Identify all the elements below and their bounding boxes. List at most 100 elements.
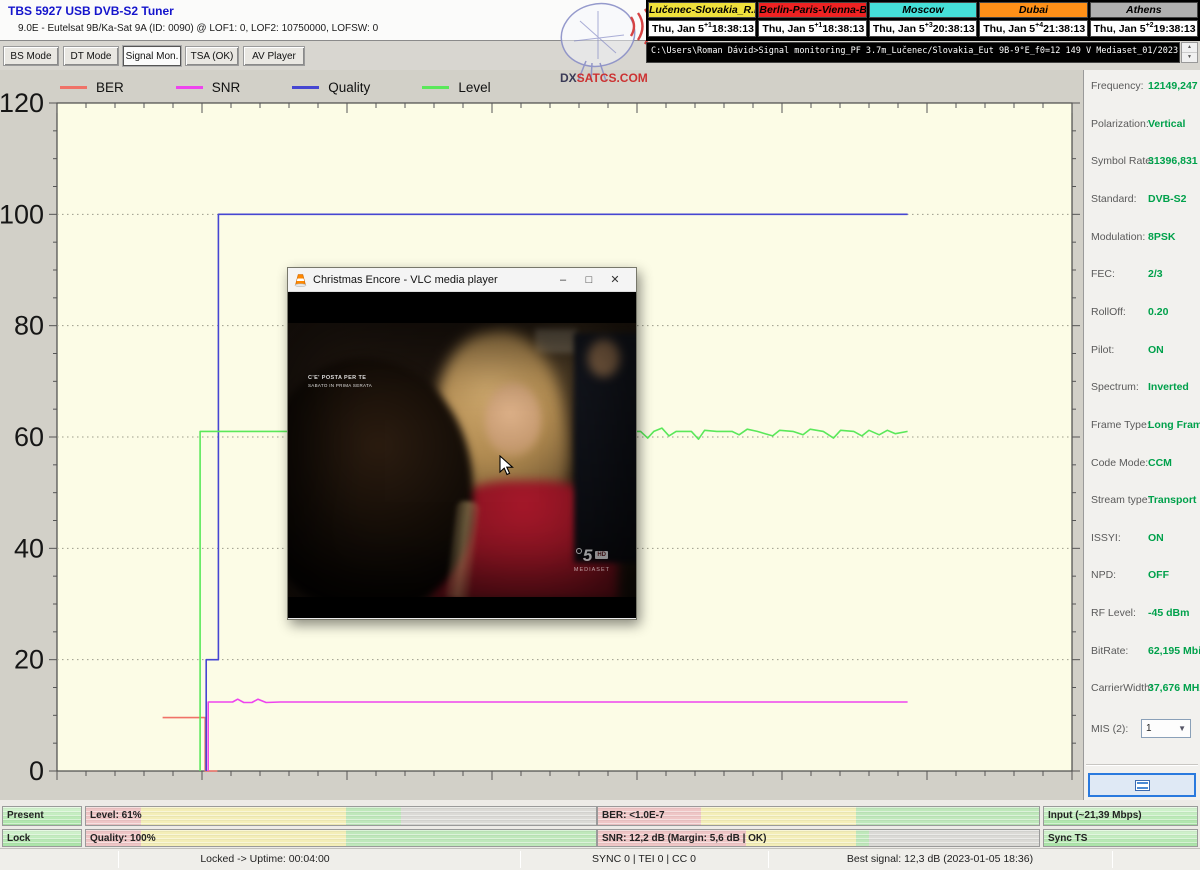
param-issyi: ISSYI:ON [1091,532,1197,545]
stream-panel-button[interactable] [1088,773,1196,797]
clock-time: Thu, Jan 5+118:38:13 [648,20,756,37]
lock-indicator: Lock [2,829,82,847]
vlc-cone-icon [294,273,307,287]
param-value: Inverted [1148,381,1189,394]
param-value: 0.20 [1148,306,1168,319]
clock-city-label: Moscow [869,2,977,18]
y-axis-label-0: 0 [29,756,44,786]
param-value: 2/3 [1148,268,1163,281]
console-bar: C:\Users\Roman Dávid>Signal monitoring_P… [646,42,1180,63]
legend-swatch-icon [422,86,449,89]
clock-time-value: 21:38:13 [1043,23,1085,35]
quality-label: Quality: 100% [90,833,156,844]
param-value: 12149,247 MHz [1148,80,1200,93]
param-value: CCM [1148,457,1172,470]
syncts-indicator: Sync TS [1043,829,1198,847]
vlc-maximize-button[interactable]: □ [576,274,602,286]
chevron-down-icon: ▼ [1178,724,1186,733]
tab-signal-mon-[interactable]: Signal Mon. [123,46,181,66]
clock-date: Thu, Jan 5 [983,23,1035,35]
clock-time: Thu, Jan 5+219:38:13 [1090,20,1198,37]
console-text: C:\Users\Roman Dávid>Signal monitoring_P… [647,43,1179,56]
letterbox-top [288,292,636,323]
param-label: Stream type: [1091,494,1148,507]
clock-city-label: Berlin-Paris-Vienna-Belgrade [758,2,866,18]
console-scrollbar[interactable]: ▲ ▼ [1181,42,1198,63]
param-carrierwidth: CarrierWidth:37,676 MHz [1091,682,1197,695]
quality-progressbar: Quality: 100% [85,829,597,847]
level-progressbar: Level: 61% [85,806,597,826]
param-standard: Standard:DVB-S2 [1091,193,1197,206]
param-polarization: Polarization:Vertical [1091,118,1197,131]
signal-monitor-app: { "header": { "title": "TBS 5927 USB DVB… [0,0,1200,870]
param-label: Symbol Rate: [1091,155,1148,168]
clock-city-label: Athens [1090,2,1198,18]
clock-1: Lučenec-Slovakia_R.Dávid Thu, Jan 5+118:3… [648,2,756,39]
video-frame: C'E' POSTA PER TE SABATO IN PRIMA SERATA… [288,323,636,599]
clock-time: Thu, Jan 5+320:38:13 [869,20,977,37]
ber-label: BER: <1.0E-7 [602,810,665,821]
scroll-down-icon[interactable]: ▼ [1182,53,1197,62]
param-value: OFF [1148,569,1169,582]
param-label: FEC: [1091,268,1148,281]
param-symbol-rate: Symbol Rate:31396,831 KS/s [1091,155,1197,168]
clock-date: Thu, Jan 5 [652,23,704,35]
hd-badge: HD [595,551,608,559]
vlc-video-area[interactable]: C'E' POSTA PER TE SABATO IN PRIMA SERATA… [288,292,636,618]
canale5-logo: 5 HD MEDIASET [574,547,610,573]
uptime-status: Locked -> Uptime: 00:04:00 [120,853,410,865]
param-value: 62,195 Mbit/s [1148,645,1200,658]
vlc-close-button[interactable]: ✕ [602,273,628,286]
sync-counters-status: SYNC 0 | TEI 0 | CC 0 [522,853,766,865]
y-axis-label-40: 40 [14,533,44,563]
present-indicator: Present [2,806,82,826]
promo-line2: SABATO IN PRIMA SERATA [308,383,372,388]
y-axis-label-60: 60 [14,422,44,452]
statusbar-separator [768,851,769,868]
statusbar-separator [520,851,521,868]
param-value: 31396,831 KS/s [1148,155,1200,168]
clock-time-value: 18:38:13 [822,23,864,35]
mis-value: 1 [1146,723,1152,734]
legend-swatch-icon [176,86,203,89]
tab-bs-mode[interactable]: BS Mode [3,46,59,66]
legend-item-level: Level [422,80,490,95]
param-value: ON [1148,532,1164,545]
clock-time: Thu, Jan 5+421:38:13 [979,20,1087,37]
legend-item-ber: BER [60,80,124,95]
world-clocks: Lučenec-Slovakia_R.DávidThu, Jan 5+118:3… [646,0,1200,41]
ber-progressbar: BER: <1.0E-7 [597,806,1040,826]
tab-dt-mode[interactable]: DT Mode [63,46,119,66]
param-modulation: Modulation:8PSK [1091,231,1197,244]
clock-3: Moscow Thu, Jan 5+320:38:13 [869,2,977,39]
param-value: Transport [1148,494,1196,507]
clock-4: DubaiThu, Jan 5+421:38:13 [979,2,1087,39]
tab-tsa-ok-[interactable]: TSA (OK) [185,46,239,66]
clock-city-label: Lučenec-Slovakia_R.Dávid [648,2,756,18]
param-code-mode: Code Mode:CCM [1091,457,1197,470]
vlc-titlebar[interactable]: Christmas Encore - VLC media player – □ … [288,268,636,292]
syncts-label: Sync TS [1048,833,1087,844]
clock-5: Athens Thu, Jan 5+219:38:13 [1090,2,1198,39]
letterbox-bottom [288,597,636,618]
statusbar-separator [118,851,119,868]
vlc-minimize-button[interactable]: – [550,274,576,286]
y-axis-label-20: 20 [14,645,44,675]
mis-dropdown[interactable]: 1 ▼ [1141,719,1191,738]
param-value: DVB-S2 [1148,193,1187,206]
legend-swatch-icon [60,86,87,89]
vlc-window[interactable]: Christmas Encore - VLC media player – □ … [287,267,637,620]
app-title: TBS 5927 USB DVB-S2 Tuner [8,4,174,18]
clock-time: Thu, Jan 5+118:38:13 [758,20,866,37]
clock-date: Thu, Jan 5 [762,23,814,35]
legend-item-snr: SNR [176,80,241,95]
param-frequency: Frequency:12149,247 MHz [1091,80,1197,93]
param-label: RF Level: [1091,607,1148,620]
y-axis-label-80: 80 [14,311,44,341]
level-label: Level: 61% [90,810,142,821]
scroll-up-icon[interactable]: ▲ [1182,43,1197,53]
tab-av-player[interactable]: AV Player [243,46,305,66]
clock-utc-offset: +1 [704,22,712,29]
param-label: Spectrum: [1091,381,1148,394]
legend-label: Quality [328,80,370,95]
